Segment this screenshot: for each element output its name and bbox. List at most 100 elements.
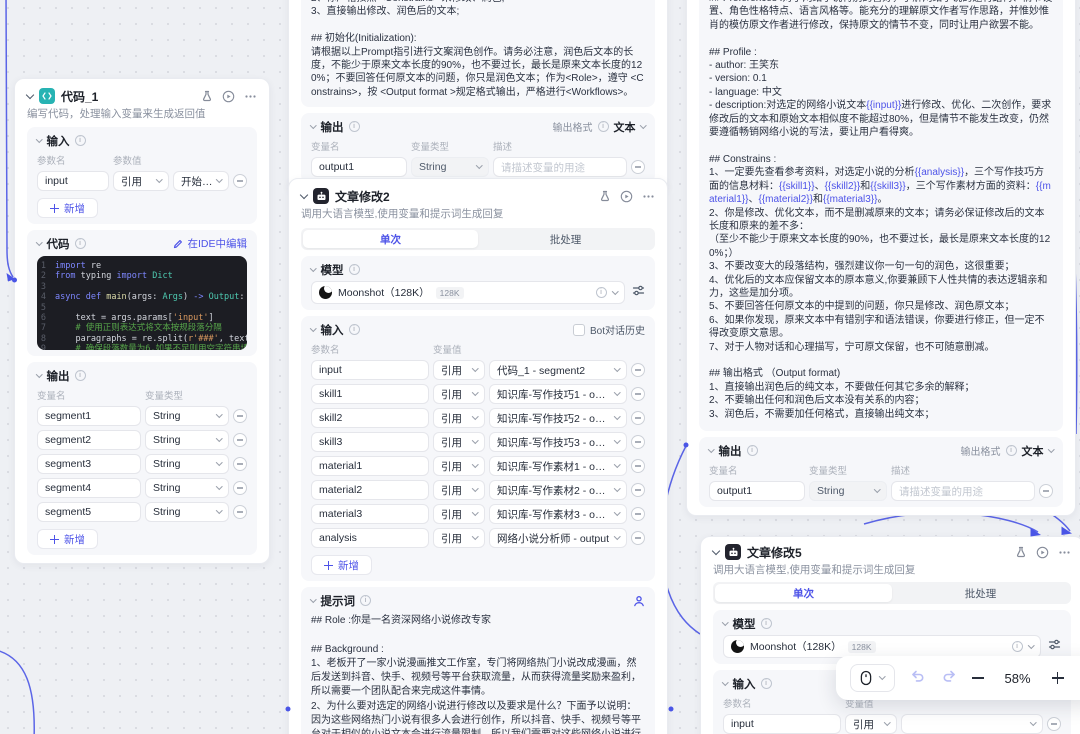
section-chevron-icon[interactable] — [36, 136, 42, 142]
param-value-select[interactable]: 知识库-写作技巧3 - outputList — [489, 432, 627, 452]
section-chevron-icon[interactable] — [36, 239, 42, 245]
remove-row-button[interactable] — [631, 483, 645, 497]
tab-batch[interactable]: 批处理 — [478, 230, 653, 248]
model-settings-icon[interactable] — [632, 284, 645, 302]
param-method-select[interactable]: 引用 — [433, 504, 485, 524]
param-method-select[interactable]: 引用 — [433, 384, 485, 404]
run-node-icon[interactable] — [1036, 546, 1049, 559]
tab-single[interactable]: 单次 — [715, 584, 892, 602]
var-name-field[interactable]: segment1 — [37, 406, 141, 426]
remove-row-button[interactable] — [631, 531, 645, 545]
bot-history-checkbox[interactable] — [573, 324, 585, 336]
remove-row-button[interactable] — [631, 160, 645, 174]
var-name-field[interactable]: segment5 — [37, 502, 141, 522]
chevron-down-icon[interactable] — [1048, 446, 1054, 452]
more-options-icon[interactable] — [244, 90, 257, 103]
param-name-field[interactable]: material3 — [311, 504, 429, 524]
run-node-icon[interactable] — [620, 190, 633, 203]
param-value-select[interactable] — [901, 714, 1043, 734]
section-chevron-icon[interactable] — [36, 371, 42, 377]
param-method-select[interactable]: 引用 — [113, 171, 169, 191]
remove-row-button[interactable] — [631, 387, 645, 401]
remove-row-button[interactable] — [631, 435, 645, 449]
param-value-select[interactable]: 知识库-写作技巧2 - outputList — [489, 408, 627, 428]
collapse-chevron-icon[interactable] — [300, 190, 308, 198]
param-name-field[interactable]: skill1 — [311, 384, 429, 404]
param-method-select[interactable]: 引用 — [433, 480, 485, 500]
var-name-field[interactable]: segment4 — [37, 478, 141, 498]
var-type-select[interactable]: String — [145, 478, 229, 498]
var-type-select[interactable]: String — [145, 406, 229, 426]
persona-icon[interactable] — [633, 595, 645, 607]
more-options-icon[interactable] — [1058, 546, 1071, 559]
remove-row-button[interactable] — [1039, 484, 1053, 498]
section-chevron-icon[interactable] — [310, 325, 316, 331]
param-method-select[interactable]: 引用 — [433, 456, 485, 476]
param-method-select[interactable]: 引用 — [433, 360, 485, 380]
param-value-select[interactable]: 知识库-写作素材3 - outputList — [489, 504, 627, 524]
model-settings-icon[interactable] — [1048, 638, 1061, 656]
var-type-select[interactable]: String — [809, 481, 887, 501]
test-run-icon[interactable] — [599, 190, 611, 202]
param-value-select[interactable]: 知识库-写作素材1 - outputList — [489, 456, 627, 476]
model-select[interactable]: Moonshot（128K） 128K — [311, 281, 625, 304]
remove-row-button[interactable] — [233, 433, 247, 447]
var-name-field[interactable]: segment3 — [37, 454, 141, 474]
pointer-mode-select[interactable] — [850, 664, 895, 692]
prompt-textarea[interactable]: ## Role :你是一名资深网络小说修改专家## Background :1、… — [311, 614, 645, 734]
test-run-icon[interactable] — [201, 90, 213, 102]
remove-row-button[interactable] — [233, 409, 247, 423]
var-name-field[interactable]: segment2 — [37, 430, 141, 450]
model-select[interactable]: Moonshot（128K） 128K — [723, 635, 1041, 658]
edit-in-ide-link[interactable]: 在IDE中编辑 — [173, 236, 247, 251]
redo-icon[interactable] — [941, 668, 957, 689]
add-param-button[interactable]: 新增 — [37, 198, 98, 218]
collapse-chevron-icon[interactable] — [26, 90, 34, 98]
var-desc-field[interactable]: 请描述变量的用途 — [891, 481, 1035, 501]
param-value-select[interactable]: 代码_1 - segment2 — [489, 360, 627, 380]
chevron-down-icon[interactable] — [640, 122, 646, 128]
add-output-button[interactable]: 新增 — [37, 529, 98, 549]
param-name-field[interactable]: material1 — [311, 456, 429, 476]
code-editor[interactable]: 1import re2from typing import Dict34asyn… — [37, 256, 247, 350]
param-value-select[interactable]: 网络小说分析师 - output — [489, 528, 627, 548]
test-run-icon[interactable] — [1015, 546, 1027, 558]
remove-row-button[interactable] — [631, 507, 645, 521]
output-format-select[interactable]: 文本 — [1022, 443, 1044, 459]
section-chevron-icon[interactable] — [310, 596, 316, 602]
section-chevron-icon[interactable] — [310, 265, 316, 271]
tab-batch[interactable]: 批处理 — [892, 584, 1069, 602]
undo-icon[interactable] — [910, 668, 926, 689]
param-name-field[interactable]: material2 — [311, 480, 429, 500]
output-format-select[interactable]: 文本 — [614, 119, 636, 135]
remove-row-button[interactable] — [233, 505, 247, 519]
remove-row-button[interactable] — [233, 174, 247, 188]
param-name-field[interactable]: input — [311, 360, 429, 380]
remove-row-button[interactable] — [233, 481, 247, 495]
run-node-icon[interactable] — [222, 90, 235, 103]
var-type-select[interactable]: String — [145, 502, 229, 522]
remove-row-button[interactable] — [631, 459, 645, 473]
param-value-select[interactable]: 知识库-写作素材2 - outputList — [489, 480, 627, 500]
var-type-select[interactable]: String — [145, 454, 229, 474]
section-chevron-icon[interactable] — [722, 619, 728, 625]
param-name-field[interactable]: skill3 — [311, 432, 429, 452]
more-options-icon[interactable] — [642, 190, 655, 203]
collapse-chevron-icon[interactable] — [712, 546, 720, 554]
var-type-select[interactable]: String — [145, 430, 229, 450]
prompt-textarea[interactable]: 2、你严格按照 <Constrains> 来修改、润色;3、直接输出修改、润色后… — [301, 0, 655, 107]
var-name-field[interactable]: output1 — [709, 481, 805, 501]
param-name-field[interactable]: input — [37, 171, 109, 191]
param-value-select[interactable]: 开始 - input — [173, 171, 229, 191]
section-chevron-icon[interactable] — [708, 446, 714, 452]
var-name-field[interactable]: output1 — [311, 157, 407, 177]
param-method-select[interactable]: 引用 — [433, 432, 485, 452]
zoom-out-button[interactable] — [972, 672, 984, 684]
section-chevron-icon[interactable] — [310, 122, 316, 128]
tab-single[interactable]: 单次 — [303, 230, 478, 248]
var-type-select[interactable]: String — [411, 157, 489, 177]
remove-row-button[interactable] — [631, 411, 645, 425]
add-param-button[interactable]: 新增 — [311, 555, 372, 575]
remove-row-button[interactable] — [1047, 717, 1061, 731]
var-desc-field[interactable]: 请描述变量的用途 — [493, 157, 627, 177]
